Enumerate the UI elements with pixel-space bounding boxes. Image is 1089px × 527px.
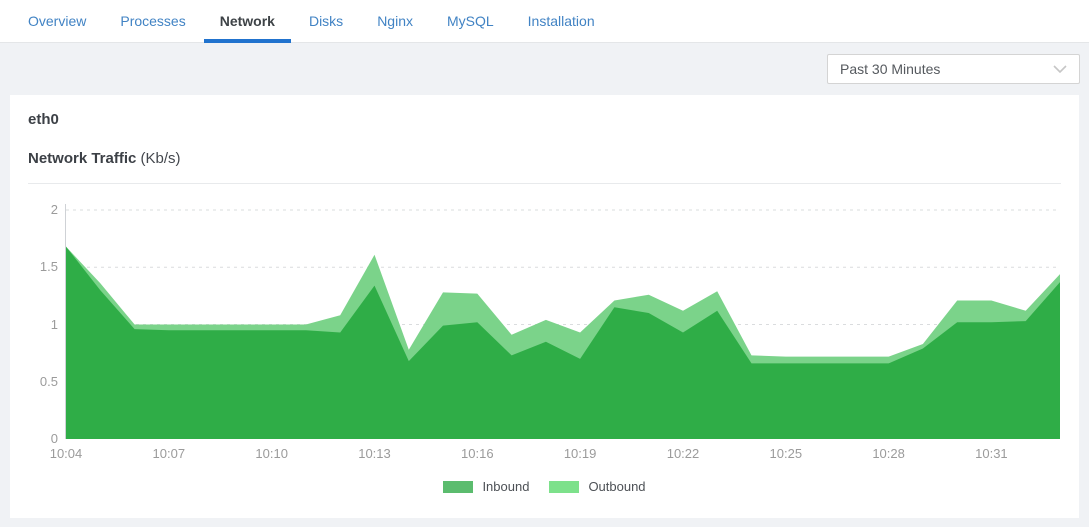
- tab-bar: Overview Processes Network Disks Nginx M…: [0, 0, 1089, 43]
- y-axis-tick-label: 0: [24, 430, 58, 447]
- time-range-value: Past 30 Minutes: [840, 61, 940, 77]
- x-axis-tick-label: 10:13: [358, 446, 391, 461]
- y-axis-tick-label: 1: [24, 316, 58, 333]
- tab-mysql[interactable]: MySQL: [447, 0, 494, 42]
- x-axis-tick-label: 10:04: [50, 446, 83, 461]
- inbound-legend-label: Inbound: [482, 479, 529, 494]
- x-axis-tick-label: 10:07: [153, 446, 186, 461]
- tab-mysql-label: MySQL: [447, 13, 494, 29]
- chart-title-unit: (Kb/s): [141, 150, 181, 167]
- chart-title-text: Network Traffic: [28, 150, 136, 167]
- inbound-swatch-icon: [443, 481, 473, 493]
- x-axis-tick-label: 10:25: [770, 446, 803, 461]
- x-axis-tick-label: 10:19: [564, 446, 597, 461]
- tab-processes-label: Processes: [120, 13, 185, 29]
- network-interface-card: eth0 Network Traffic (Kb/s) 00.511.52 10…: [10, 95, 1079, 518]
- outbound-legend-label: Outbound: [588, 479, 645, 494]
- y-axis-tick-label: 2: [24, 201, 58, 218]
- divider: [28, 183, 1061, 184]
- time-range-select[interactable]: Past 30 Minutes: [827, 54, 1080, 84]
- tab-nginx[interactable]: Nginx: [377, 0, 413, 42]
- tab-installation-label: Installation: [528, 13, 595, 29]
- x-axis-tick-label: 10:10: [255, 446, 288, 461]
- traffic-area-chart: [66, 204, 1060, 439]
- tab-disks[interactable]: Disks: [309, 0, 343, 42]
- toolbar: Past 30 Minutes: [0, 43, 1089, 95]
- x-axis-tick-label: 10:28: [872, 446, 905, 461]
- chart-region: 00.511.52 10:0410:0710:1010:1310:1610:19…: [65, 204, 1059, 439]
- x-axis-tick-label: 10:31: [975, 446, 1008, 461]
- interface-title: eth0: [28, 111, 1061, 129]
- chevron-down-icon: [1053, 65, 1067, 73]
- tab-overview[interactable]: Overview: [28, 0, 86, 42]
- tab-processes[interactable]: Processes: [120, 0, 185, 42]
- tab-nginx-label: Nginx: [377, 13, 413, 29]
- legend-item-outbound[interactable]: Outbound: [549, 479, 645, 494]
- tab-overview-label: Overview: [28, 13, 86, 29]
- y-axis-tick-label: 0.5: [24, 373, 58, 390]
- tab-network[interactable]: Network: [220, 0, 275, 42]
- outbound-swatch-icon: [549, 481, 579, 493]
- chart-title: Network Traffic (Kb/s): [28, 150, 1061, 168]
- tab-installation[interactable]: Installation: [528, 0, 595, 42]
- y-axis-tick-label: 1.5: [24, 258, 58, 275]
- tab-network-label: Network: [220, 13, 275, 29]
- x-axis-tick-label: 10:22: [667, 446, 700, 461]
- x-axis-tick-label: 10:16: [461, 446, 494, 461]
- chart-legend: Inbound Outbound: [28, 479, 1061, 494]
- legend-item-inbound[interactable]: Inbound: [443, 479, 529, 494]
- tab-disks-label: Disks: [309, 13, 343, 29]
